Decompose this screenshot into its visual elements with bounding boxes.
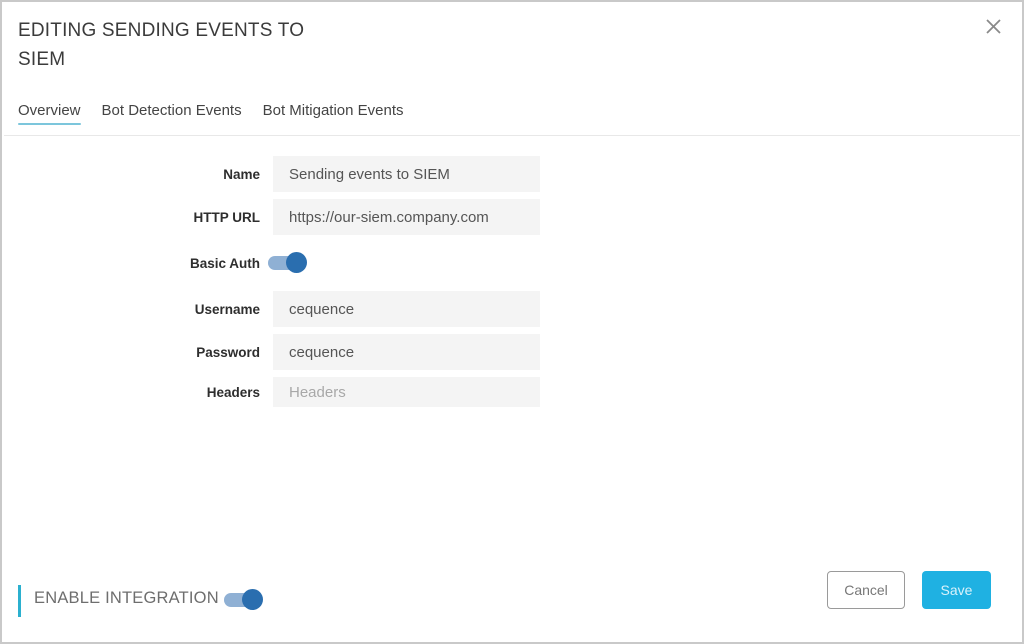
username-label: Username (194, 301, 260, 317)
close-icon (986, 19, 1001, 34)
http-url-label: HTTP URL (193, 209, 261, 225)
enable-integration-label: ENABLE INTEGRATION (34, 589, 219, 607)
name-label: Name (223, 166, 260, 182)
toggle-knob (286, 252, 307, 273)
tab-divider (4, 135, 1020, 136)
tab-bot-mitigation-events[interactable]: Bot Mitigation Events (263, 100, 404, 125)
edit-integration-dialog: EDITING SENDING EVENTS TO SIEM Overview … (0, 0, 1024, 644)
password-label: Password (196, 344, 260, 360)
tab-overview[interactable]: Overview (18, 100, 81, 125)
tab-bar: Overview Bot Detection Events Bot Mitiga… (18, 100, 425, 125)
username-row: Username (2, 291, 542, 327)
basic-auth-label: Basic Auth (189, 255, 260, 271)
enable-integration-toggle[interactable] (224, 588, 264, 612)
password-row: Password (2, 334, 542, 370)
dialog-title: EDITING SENDING EVENTS TO SIEM (18, 20, 305, 70)
close-button[interactable] (984, 17, 1004, 37)
headers-row: Headers (2, 377, 542, 407)
basic-auth-toggle[interactable] (268, 251, 308, 275)
name-row: Name (2, 156, 542, 192)
username-input[interactable] (273, 291, 540, 327)
name-input[interactable] (273, 156, 540, 192)
save-button[interactable]: Save (922, 571, 991, 609)
headers-input[interactable] (273, 377, 540, 407)
password-input[interactable] (273, 334, 540, 370)
cancel-button[interactable]: Cancel (827, 571, 905, 609)
enable-integration-accent-bar (18, 585, 21, 617)
basic-auth-row: Basic Auth (2, 245, 542, 281)
http-url-input[interactable] (273, 199, 540, 235)
http-url-row: HTTP URL (2, 199, 542, 235)
headers-label: Headers (206, 384, 260, 400)
tab-bot-detection-events[interactable]: Bot Detection Events (102, 100, 242, 125)
toggle-knob (242, 589, 263, 610)
